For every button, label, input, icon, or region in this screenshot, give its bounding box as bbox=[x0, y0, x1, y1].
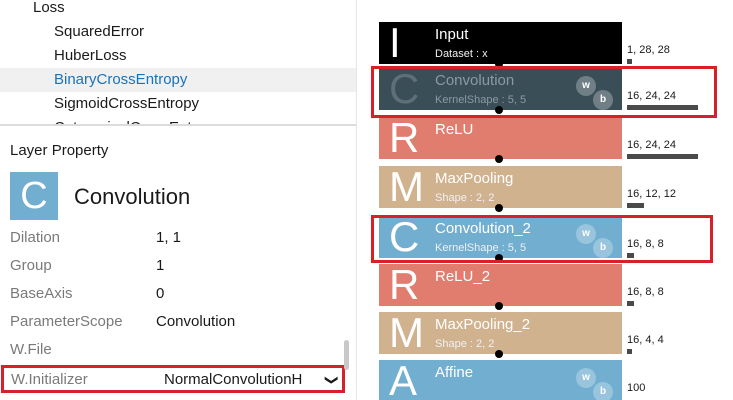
layer-node-params: Shape : 2, 2 bbox=[435, 338, 495, 350]
tree-item-label: Loss bbox=[33, 0, 65, 16]
output-port[interactable] bbox=[495, 155, 503, 163]
property-scrollbar[interactable] bbox=[344, 340, 349, 370]
output-shape-label: 1, 28, 28 bbox=[627, 44, 670, 56]
property-row[interactable]: ParameterScope Convolution bbox=[0, 308, 344, 336]
output-shape-label: 16, 4, 4 bbox=[627, 334, 664, 346]
layer-type-icon: C bbox=[10, 172, 58, 220]
output-shape-label: 100 bbox=[627, 382, 646, 394]
layer-node[interactable]: R ReLU_2 bbox=[379, 261, 622, 308]
layer-type-letter: M bbox=[389, 163, 424, 210]
property-value: 0 bbox=[156, 285, 165, 302]
initializer-value: NormalConvolutionH bbox=[164, 371, 303, 388]
left-panel: Loss SquaredError HuberLoss BinaryCrossEntr… bbox=[0, 0, 356, 400]
tree-item-label: BinaryCrossEntropy bbox=[54, 71, 188, 88]
layer-node-name: MaxPooling bbox=[435, 170, 514, 187]
layer-name: Convolution bbox=[74, 184, 191, 209]
layer-node-name: ReLU_2 bbox=[435, 268, 491, 285]
output-port[interactable] bbox=[495, 302, 503, 310]
layer-node-params: Shape : 2, 2 bbox=[435, 192, 495, 204]
property-row[interactable]: Group 1 bbox=[0, 252, 344, 280]
property-value: 1 bbox=[156, 257, 165, 274]
initializer-row[interactable]: W.Initializer NormalConvolutionH ❮ bbox=[1, 365, 345, 393]
property-row[interactable]: BaseAxis 0 bbox=[0, 280, 344, 308]
initializer-label: W.Initializer bbox=[11, 371, 88, 388]
tree-item[interactable]: HuberLoss bbox=[0, 44, 356, 68]
output-size-bar bbox=[627, 203, 644, 208]
tree-item-label: HuberLoss bbox=[54, 47, 127, 64]
weight-param-icon[interactable]: w bbox=[576, 368, 596, 388]
layer-type-letter: I bbox=[389, 19, 401, 66]
output-size-bar bbox=[627, 301, 634, 306]
bias-param-icon[interactable]: b bbox=[593, 382, 613, 400]
layer-node[interactable]: A Affine w b bbox=[379, 357, 622, 400]
layer-node[interactable]: M MaxPooling Shape : 2, 2 bbox=[379, 163, 622, 210]
layer-node-name: MaxPooling_2 bbox=[435, 316, 531, 333]
property-key: ParameterScope bbox=[10, 313, 123, 330]
highlight-box bbox=[371, 215, 713, 263]
tree-item-label: CategoricalCrossEnt bbox=[54, 116, 192, 124]
property-key: Group bbox=[10, 257, 52, 274]
tree-item[interactable]: SquaredError bbox=[0, 20, 356, 44]
property-key: Dilation bbox=[10, 229, 61, 246]
tree-item[interactable]: SigmoidCrossEntropy bbox=[0, 92, 356, 116]
output-size-bar bbox=[627, 154, 698, 159]
output-port[interactable] bbox=[495, 204, 503, 212]
layer-type-letter: R bbox=[389, 114, 420, 161]
tree-item[interactable]: CategoricalCrossEnt bbox=[0, 116, 356, 124]
output-shape-label: 16, 8, 8 bbox=[627, 286, 664, 298]
layer-node[interactable]: R ReLU bbox=[379, 114, 622, 161]
tree-item[interactable]: BinaryCrossEntropy bbox=[0, 68, 356, 92]
layer-type-letter: R bbox=[389, 261, 420, 308]
network-graph[interactable]: I Input Dataset : x 1, 28, 28 C Convolution Ke… bbox=[357, 0, 733, 400]
initializer-select[interactable]: NormalConvolutionH ❮ bbox=[164, 369, 340, 391]
chevron-down-icon[interactable]: ❮ bbox=[320, 375, 342, 386]
panel-divider[interactable] bbox=[0, 124, 356, 126]
layer-node-name: Input bbox=[435, 26, 469, 43]
layer-node[interactable]: I Input Dataset : x bbox=[379, 19, 622, 66]
output-port[interactable] bbox=[495, 350, 503, 358]
layer-type-letter: A bbox=[389, 357, 418, 400]
property-panel-title: Layer Property bbox=[10, 142, 109, 159]
layer-node-params: Dataset : x bbox=[435, 48, 488, 60]
property-value: Convolution bbox=[156, 313, 236, 330]
output-shape-label: 16, 12, 12 bbox=[627, 188, 676, 200]
highlight-box bbox=[371, 66, 717, 118]
property-row[interactable]: Dilation 1, 1 bbox=[0, 224, 344, 252]
output-size-bar bbox=[627, 349, 632, 354]
property-key: W.File bbox=[10, 341, 52, 358]
tree-item[interactable]: Loss bbox=[0, 0, 356, 20]
tree-item-label: SquaredError bbox=[54, 23, 145, 40]
property-row[interactable]: W.File bbox=[0, 336, 344, 364]
layer-node-name: ReLU bbox=[435, 121, 474, 138]
layer-tree: Loss SquaredError HuberLoss BinaryCrossEntr… bbox=[0, 0, 356, 124]
property-value: 1, 1 bbox=[156, 229, 182, 246]
layer-node[interactable]: M MaxPooling_2 Shape : 2, 2 bbox=[379, 309, 622, 356]
output-size-bar bbox=[627, 59, 632, 64]
property-key: BaseAxis bbox=[10, 285, 73, 302]
layer-node-name: Affine bbox=[435, 364, 474, 381]
output-shape-label: 16, 24, 24 bbox=[627, 139, 676, 151]
layer-type-letter: M bbox=[389, 309, 424, 356]
tree-item-label: SigmoidCrossEntropy bbox=[54, 95, 200, 112]
